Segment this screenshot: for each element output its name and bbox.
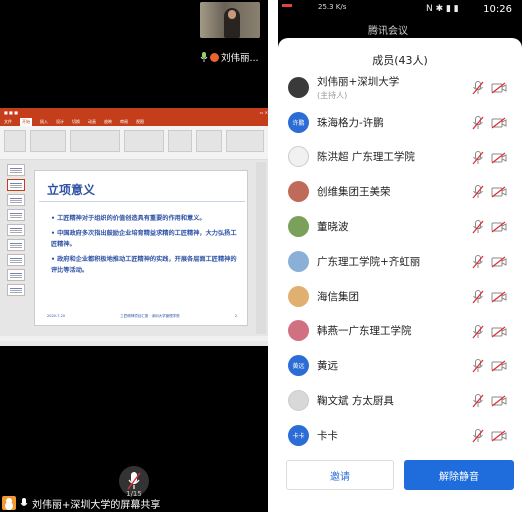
invite-button[interactable]: 邀请 bbox=[286, 460, 394, 490]
status-bar: 25.3 K/s N ✱ ▮ ▮ 10:26 bbox=[278, 0, 522, 22]
sheet-title: 成员(43人) bbox=[372, 54, 428, 67]
screen-share-label: 刘伟丽+深圳大学的屏幕共享 bbox=[0, 494, 268, 512]
member-name: 董晓波 bbox=[317, 221, 349, 234]
ppt-ribbon[interactable] bbox=[0, 126, 268, 160]
clock: 10:26 bbox=[483, 4, 512, 15]
bullet-item: • 中国政府多次指出鼓励企业培育精益求精的工匠精神，大力弘扬工匠精神。 bbox=[51, 230, 237, 248]
member-row[interactable]: 卡卡 卡卡 bbox=[278, 418, 522, 453]
powerpoint-window: ■ ■ ■ ▭ ✕ 文件 开始 插入 设计 切换 动画 放映 审阅 视图 立项意… bbox=[0, 108, 268, 346]
member-name: 鞠文斌 方太厨具 bbox=[317, 395, 394, 408]
current-slide: 立项意义 • 工匠精神对于组织的价值创造具有重要的作用和意义。 • 中国政府多次… bbox=[34, 170, 248, 326]
camera-off-icon[interactable] bbox=[491, 360, 507, 372]
camera-off-icon[interactable] bbox=[491, 82, 507, 94]
app-title: 腾讯会议 bbox=[368, 26, 408, 37]
slide-bullets: • 工匠精神对于组织的价值创造具有重要的作用和意义。 • 中国政府多次指出鼓励企… bbox=[51, 213, 241, 280]
mic-icon bbox=[127, 472, 141, 490]
avatar bbox=[288, 285, 309, 307]
mic-muted-icon[interactable] bbox=[472, 150, 484, 165]
member-list: 刘伟丽+深圳大学 (主持人) 许鹏 珠海格力-许鹏陈洪超 广东理工学院 创维集团王美荣董… bbox=[278, 70, 522, 453]
share-label: 刘伟丽+深圳大学的屏幕共享 bbox=[32, 499, 161, 511]
mic-muted-icon[interactable] bbox=[472, 185, 484, 199]
member-row[interactable]: 董晓波 bbox=[278, 209, 522, 244]
members-sheet: 成员(43人) 刘伟丽+深圳大学 (主持人) 许鹏 珠海格力-许鹏陈洪超 广东理工学院… bbox=[278, 38, 522, 512]
member-row[interactable]: 鞠文斌 方太厨具 bbox=[278, 383, 522, 418]
signal-icon bbox=[282, 4, 292, 11]
slide-title: 立项意义 bbox=[47, 183, 96, 197]
member-row[interactable]: 刘伟丽+深圳大学 (主持人) bbox=[278, 70, 522, 105]
camera-off-icon[interactable] bbox=[491, 152, 507, 164]
mic-icon bbox=[20, 497, 28, 506]
member-name: 海信集团 bbox=[317, 290, 359, 303]
mic-icon bbox=[200, 52, 208, 62]
user-icon bbox=[2, 496, 16, 510]
camera-off-icon[interactable] bbox=[491, 395, 507, 407]
slide-thumbnails[interactable] bbox=[2, 162, 26, 334]
member-row[interactable]: 海信集团 bbox=[278, 279, 522, 314]
ppt-title-bar: ■ ■ ■ ▭ ✕ bbox=[0, 108, 268, 118]
ppt-ribbon-tabs[interactable]: 文件 开始 插入 设计 切换 动画 放映 审阅 视图 bbox=[0, 118, 268, 126]
avatar: 许鹏 bbox=[288, 111, 309, 133]
ppt-status-bar bbox=[0, 341, 268, 346]
member-name: 刘伟丽+深圳大学 bbox=[317, 75, 400, 88]
avatar: 卡卡 bbox=[288, 424, 309, 446]
sheet-actions: 邀请 解除静音 bbox=[286, 460, 514, 490]
mic-muted-icon[interactable] bbox=[472, 115, 484, 130]
bullet-item: • 政府和企业都积极地推动工匠精神的实践，开展各层面工匠精神的评比等活动。 bbox=[51, 256, 237, 274]
speaker-video[interactable] bbox=[200, 2, 260, 38]
avatar bbox=[288, 390, 309, 412]
avatar bbox=[288, 146, 309, 168]
unmute-button[interactable]: 解除静音 bbox=[404, 460, 514, 490]
member-row[interactable]: 陈洪超 广东理工学院 bbox=[278, 140, 522, 175]
phone-screen: 25.3 K/s N ✱ ▮ ▮ 10:26 腾讯会议 成员(43人) 刘伟丽+… bbox=[278, 0, 522, 512]
mic-muted-icon[interactable] bbox=[472, 254, 484, 269]
member-row[interactable]: 韩燕一广东理工学院 bbox=[278, 314, 522, 349]
avatar bbox=[288, 76, 309, 98]
member-row[interactable]: 许鹏 珠海格力-许鹏 bbox=[278, 105, 522, 140]
member-name: 黄远 bbox=[317, 360, 338, 373]
member-name: 广东理工学院+齐虹丽 bbox=[317, 255, 421, 268]
camera-off-icon[interactable] bbox=[491, 430, 507, 442]
mic-muted-icon[interactable] bbox=[472, 289, 484, 304]
mic-muted-icon[interactable] bbox=[472, 428, 484, 443]
member-name: 陈洪超 广东理工学院 bbox=[317, 151, 415, 164]
member-name: 创维集团王美荣 bbox=[317, 186, 391, 199]
screen-share-panel: 刘伟丽... ■ ■ ■ ▭ ✕ 文件 开始 插入 设计 切换 动画 放映 审阅 视图 bbox=[0, 0, 268, 512]
avatar: 黄远 bbox=[288, 355, 309, 377]
network-speed: 25.3 K/s bbox=[318, 3, 347, 11]
camera-off-icon[interactable] bbox=[491, 291, 507, 303]
ppt-workspace: 立项意义 • 工匠精神对于组织的价值创造具有重要的作用和意义。 • 中国政府多次… bbox=[0, 160, 268, 336]
speaker-name: 刘伟丽... bbox=[221, 53, 259, 64]
avatar bbox=[288, 181, 309, 203]
member-role: (主持人) bbox=[317, 90, 348, 100]
camera-off-icon[interactable] bbox=[491, 256, 507, 268]
camera-off-icon[interactable] bbox=[491, 117, 507, 129]
speaker-tag: 刘伟丽... bbox=[200, 50, 259, 64]
camera-off-icon[interactable] bbox=[491, 186, 507, 198]
mic-muted-icon[interactable] bbox=[472, 220, 484, 234]
slide-footer: 2020-7-20 工匠精神项目汇报 · 深圳大学管理学院 2 bbox=[47, 314, 237, 318]
camera-off-icon[interactable] bbox=[491, 326, 507, 338]
mic-muted-icon[interactable] bbox=[472, 81, 484, 95]
member-name: 珠海格力-许鹏 bbox=[317, 116, 384, 129]
avatar bbox=[288, 216, 309, 238]
avatar bbox=[288, 250, 309, 272]
member-name: 卡卡 bbox=[317, 429, 338, 442]
member-row[interactable]: 创维集团王美荣 bbox=[278, 174, 522, 209]
mic-muted-icon[interactable] bbox=[472, 394, 484, 408]
member-row[interactable]: 广东理工学院+齐虹丽 bbox=[278, 244, 522, 279]
status-icons: N ✱ ▮ ▮ bbox=[426, 4, 459, 14]
member-name: 韩燕一广东理工学院 bbox=[317, 325, 412, 338]
mic-muted-icon[interactable] bbox=[472, 359, 484, 373]
mic-muted-icon[interactable] bbox=[472, 324, 484, 339]
avatar bbox=[288, 320, 309, 342]
user-icon bbox=[210, 52, 219, 62]
member-row[interactable]: 黄远 黄远 bbox=[278, 348, 522, 383]
bullet-item: • 工匠精神对于组织的价值创造具有重要的作用和意义。 bbox=[51, 215, 206, 222]
camera-off-icon[interactable] bbox=[491, 221, 507, 233]
